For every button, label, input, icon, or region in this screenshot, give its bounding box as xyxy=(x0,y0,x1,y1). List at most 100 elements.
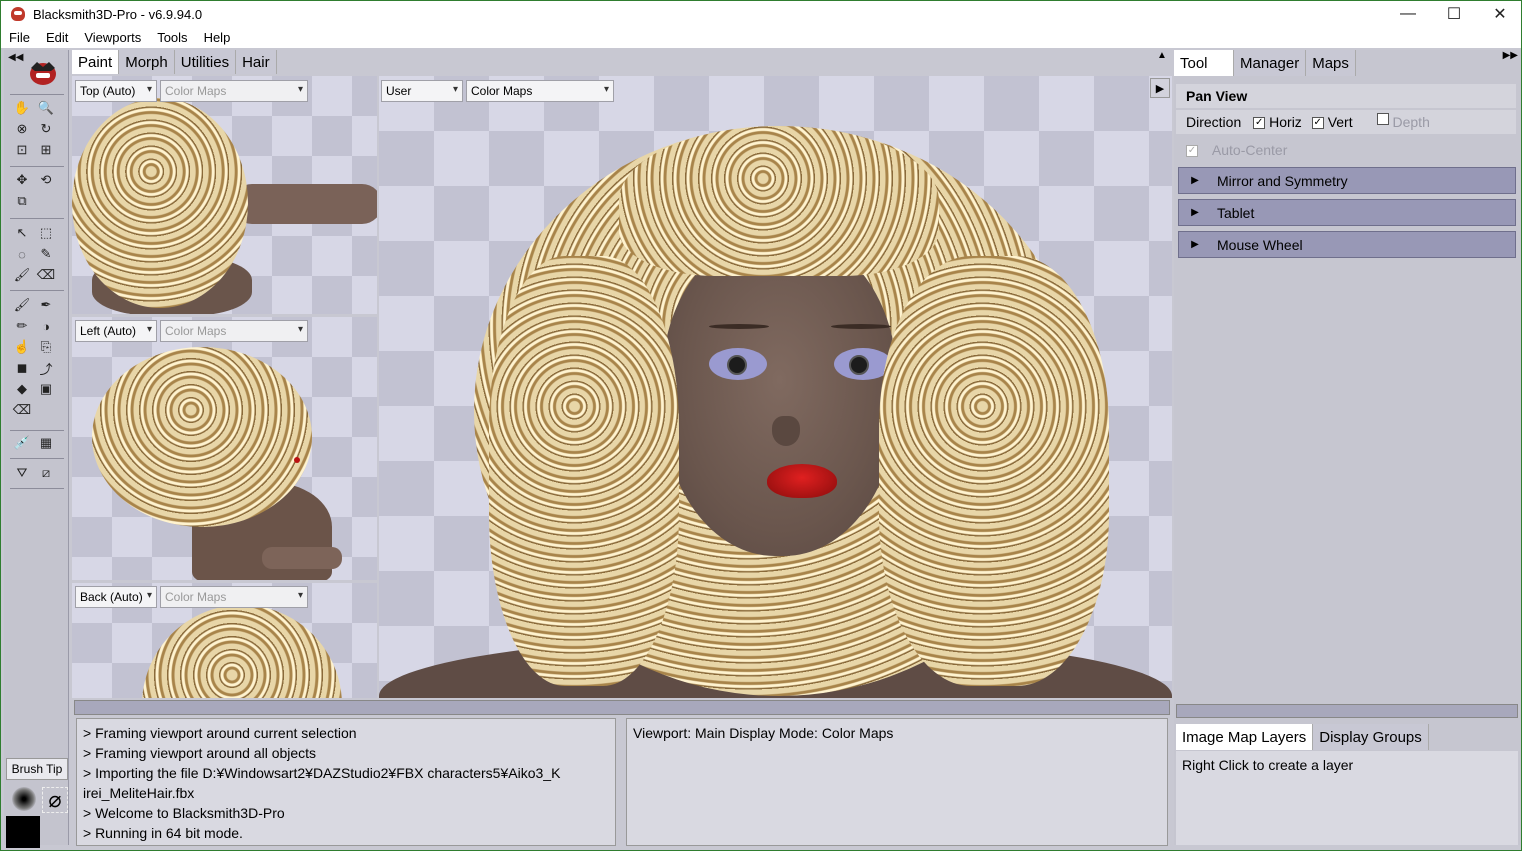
uv-tool-icon[interactable]: ⧄ xyxy=(36,463,56,483)
horiz-checkbox[interactable]: ✓ xyxy=(1253,117,1266,129)
fill-icon[interactable]: ◆ xyxy=(12,379,32,399)
rotate-icon[interactable]: ↻ xyxy=(36,119,56,139)
tab-morph[interactable]: Morph xyxy=(119,50,175,74)
window-title: Blacksmith3D-Pro - v6.9.94.0 xyxy=(33,6,203,22)
toolbox: ◀◀ ✋ 🔍 ⊗ ↻ ⊡ ⊞ ✥ ⟲ ⧉ ↖ ⬚ ◌ ✎ 🖌 ⌫ 🖌 ✒ ✏ ◑… xyxy=(4,50,69,848)
soft-brush-tip-icon[interactable] xyxy=(12,787,36,811)
app-logo-icon xyxy=(11,7,25,21)
log-line: > Welcome to Blacksmith3D-Pro xyxy=(83,805,285,821)
title-bar: Blacksmith3D-Pro - v6.9.94.0 — ☐ ✕ xyxy=(1,1,1521,27)
collapse-up-icon[interactable]: ▲ xyxy=(1157,50,1167,61)
move-icon[interactable]: ✥ xyxy=(12,170,32,190)
depth-label: Depth xyxy=(1392,114,1430,130)
menu-file[interactable]: File xyxy=(1,30,38,45)
brush-tip-label[interactable]: Brush Tip xyxy=(6,758,68,780)
rotate-object-icon[interactable]: ⟲ xyxy=(36,170,56,190)
layers-tabs: Image Map Layers Display Groups xyxy=(1176,724,1429,750)
clone-icon[interactable]: ⎘ xyxy=(36,337,56,357)
frame-selection-icon[interactable]: ⊡ xyxy=(12,140,32,160)
back-view-select[interactable]: Back (Auto) ▾ xyxy=(75,586,157,608)
rect-select-icon[interactable]: ⬚ xyxy=(36,223,56,243)
status-text: Viewport: Main Display Mode: Color Maps xyxy=(633,725,894,741)
tab-display-groups[interactable]: Display Groups xyxy=(1313,724,1429,750)
main-mode-select[interactable]: Color Maps ▾ xyxy=(466,80,614,102)
eraser-icon[interactable]: ⌫ xyxy=(12,400,32,420)
color-wheel-icon[interactable]: ◑ xyxy=(36,316,56,336)
tab-maps[interactable]: Maps xyxy=(1306,50,1356,76)
tab-paint[interactable]: Paint xyxy=(72,50,120,74)
close-button[interactable]: ✕ xyxy=(1477,1,1522,27)
section-mirror-symmetry[interactable]: ▶ Mirror and Symmetry xyxy=(1178,167,1516,194)
orbit-icon[interactable]: ⊗ xyxy=(12,119,32,139)
stamp-icon[interactable]: ▣ xyxy=(36,379,56,399)
left-view-select[interactable]: Left (Auto) ▾ xyxy=(75,320,157,342)
right-panel: Tool Manager Maps ▶▶ Pan View Direction … xyxy=(1174,50,1520,845)
menu-edit[interactable]: Edit xyxy=(38,30,76,45)
mesh-tool-icon[interactable]: ⛛ xyxy=(12,463,32,483)
log-line: > Framing viewport around all objects xyxy=(83,745,317,761)
section-mouse-wheel[interactable]: ▶ Mouse Wheel xyxy=(1178,231,1516,258)
lasso-select-icon[interactable]: ◌ xyxy=(12,244,32,264)
menu-bar: File Edit Viewports Tools Help xyxy=(1,27,1521,48)
status-panel: Viewport: Main Display Mode: Color Maps xyxy=(626,718,1168,846)
minimize-button[interactable]: — xyxy=(1385,1,1431,27)
zoom-magnifier-icon[interactable]: 🔍 xyxy=(36,98,56,118)
menu-help[interactable]: Help xyxy=(196,30,239,45)
shape-icon[interactable]: ◼ xyxy=(12,358,32,378)
menu-viewports[interactable]: Viewports xyxy=(76,30,149,45)
log-line: irei_MeliteHair.fbx xyxy=(83,785,195,801)
brush-select-icon[interactable]: 🖌 xyxy=(12,265,32,285)
right-divider-bar[interactable] xyxy=(1176,704,1518,718)
vert-checkbox[interactable]: ✓ xyxy=(1311,117,1324,129)
collapse-left-icon[interactable]: ◀◀ xyxy=(8,52,23,63)
blacksmith-logo-icon xyxy=(30,62,56,85)
eyedropper-icon[interactable]: 💉 xyxy=(12,433,32,453)
brush-icon[interactable]: 🖌 xyxy=(12,295,32,315)
viewport-expand-icon[interactable]: ▶ xyxy=(1150,78,1170,98)
tab-tool[interactable]: Tool xyxy=(1174,50,1234,76)
paint-select-icon[interactable]: ✎ xyxy=(36,244,56,264)
tab-manager[interactable]: Manager xyxy=(1234,50,1307,76)
path-icon[interactable]: ⤴ xyxy=(36,358,56,378)
expand-arrow-icon: ▶ xyxy=(1191,207,1199,218)
log-line: > Running in 64 bit mode. xyxy=(83,825,243,841)
collapse-right-icon[interactable]: ▶▶ xyxy=(1503,50,1518,61)
frame-all-icon[interactable]: ⊞ xyxy=(36,140,56,160)
viewport-top[interactable] xyxy=(72,76,377,314)
tab-image-map-layers[interactable]: Image Map Layers xyxy=(1176,724,1314,750)
no-brush-icon[interactable]: ⌀ xyxy=(42,787,68,813)
maximize-button[interactable]: ☐ xyxy=(1431,1,1477,27)
direction-label: Direction xyxy=(1186,114,1242,130)
horiz-label: Horiz xyxy=(1269,114,1302,130)
viewport-left[interactable] xyxy=(72,317,377,580)
eraser-select-icon[interactable]: ⌫ xyxy=(36,265,56,285)
scale-icon[interactable]: ⧉ xyxy=(12,191,32,211)
select-arrow-icon[interactable]: ↖ xyxy=(12,223,32,243)
top-mode-select[interactable]: Color Maps ▾ xyxy=(160,80,308,102)
right-tabs: Tool Manager Maps xyxy=(1174,50,1356,76)
log-line: > Importing the file D:¥Windowsart2¥DAZS… xyxy=(83,765,561,781)
main-view-select[interactable]: User ▾ xyxy=(381,80,463,102)
log-panel: > Framing viewport around current select… xyxy=(76,718,616,846)
section-tablet[interactable]: ▶ Tablet xyxy=(1178,199,1516,226)
tool-title: Pan View xyxy=(1176,84,1516,108)
airbrush-icon[interactable]: ✒ xyxy=(36,295,56,315)
back-mode-select[interactable]: Color Maps ▾ xyxy=(160,586,308,608)
left-mode-select[interactable]: Color Maps ▾ xyxy=(160,320,308,342)
tab-utilities[interactable]: Utilities xyxy=(174,50,237,74)
pan-hand-icon[interactable]: ✋ xyxy=(12,98,32,118)
auto-center-checkbox[interactable]: ✓ xyxy=(1186,145,1198,157)
primary-color-swatch[interactable] xyxy=(6,816,40,848)
log-divider-bar[interactable] xyxy=(74,700,1170,715)
tab-hair[interactable]: Hair xyxy=(236,50,277,74)
viewport-main[interactable] xyxy=(379,76,1172,698)
layers-panel[interactable]: Right Click to create a layer xyxy=(1176,751,1518,845)
smudge-icon[interactable]: ☝ xyxy=(12,337,32,357)
texture-grid-icon[interactable]: ▦ xyxy=(36,433,56,453)
depth-checkbox[interactable] xyxy=(1376,113,1389,125)
top-view-select[interactable]: Top (Auto) ▾ xyxy=(75,80,157,102)
model-face xyxy=(662,236,897,556)
pen-icon[interactable]: ✏ xyxy=(12,316,32,336)
menu-tools[interactable]: Tools xyxy=(149,30,195,45)
model-lips xyxy=(767,464,837,498)
